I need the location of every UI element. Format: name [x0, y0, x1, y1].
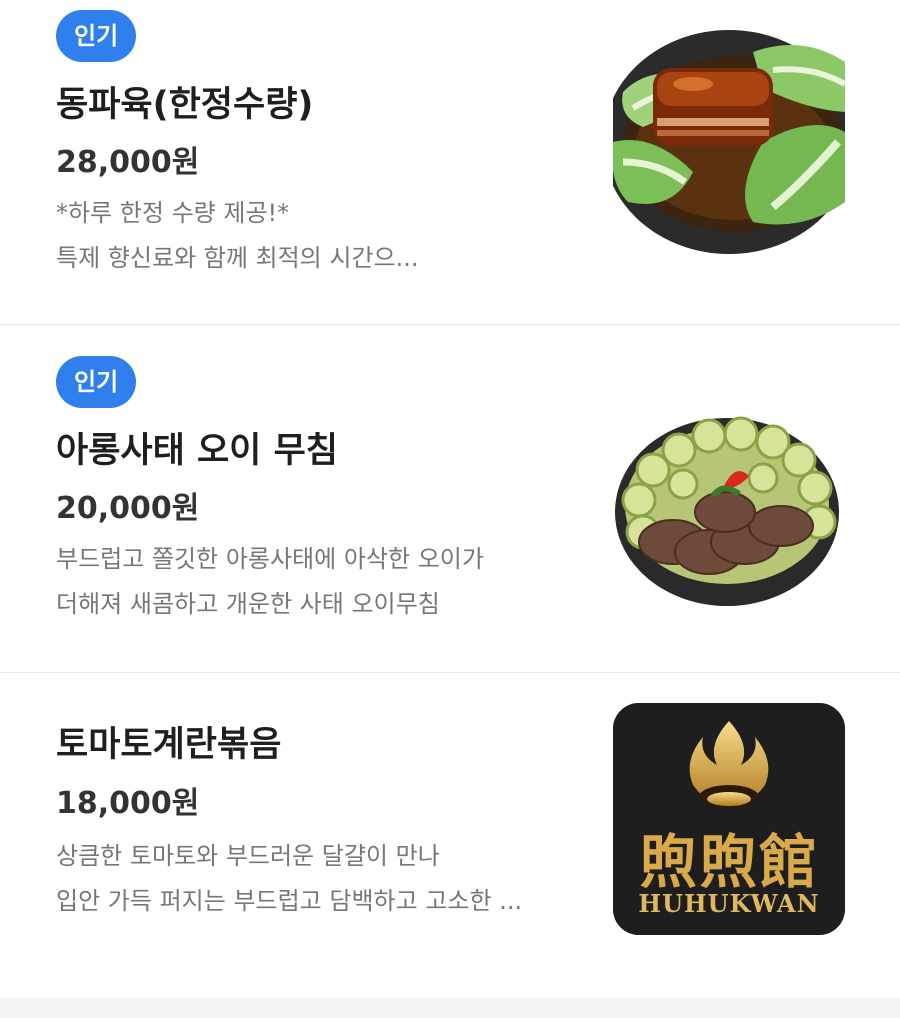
menu-item-price: 18,000원 — [56, 786, 200, 821]
dongpo-pork-photo[interactable] — [613, 22, 845, 254]
description-line: 더해져 새콤하고 개운한 사태 오이무침 — [56, 590, 440, 618]
menu-item-tomato-egg[interactable]: 토마토계란볶음 18,000원 상큼한 토마토와 부드러운 달걀이 만나 입안 … — [0, 673, 900, 997]
menu-item-name: 토마토계란볶음 — [56, 725, 282, 765]
description-line: *하루 한정 수량 제공!* — [56, 199, 290, 227]
menu-item-description: 부드럽고 쫄깃한 아롱사태에 아삭한 오이가 더해져 새콤하고 개운한 사태 오… — [56, 537, 596, 627]
menu-item-name: 동파육(한정수량) — [56, 85, 314, 125]
beef-shank-cucumber-photo[interactable] — [613, 392, 845, 624]
logo-chinese-text: 煦煦館 — [638, 828, 819, 896]
menu-item-dongpo[interactable]: 인기 동파육(한정수량) 28,000원 *하루 한정 수량 제공!* 특제 향… — [0, 0, 900, 325]
description-line: 특제 향신료와 함께 최적의 시간으... — [56, 244, 419, 272]
menu-item-price: 28,000원 — [56, 145, 200, 180]
description-line: 부드럽고 쫄깃한 아롱사태에 아삭한 오이가 — [56, 545, 484, 573]
menu-item-beef-shank[interactable]: 인기 아롱사태 오이 무침 20,000원 부드럽고 쫄깃한 아롱사태에 아삭한… — [0, 325, 900, 673]
restaurant-logo[interactable]: 煦煦館 HUHUKWAN — [613, 703, 845, 935]
menu-list: 인기 동파육(한정수량) 28,000원 *하루 한정 수량 제공!* 특제 향… — [0, 0, 900, 1018]
menu-item-description: 상큼한 토마토와 부드러운 달걀이 만나 입안 가득 퍼지는 부드럽고 담백하고… — [56, 834, 596, 924]
popular-badge: 인기 — [56, 10, 137, 62]
popular-badge: 인기 — [56, 356, 137, 408]
menu-item-name: 아롱사태 오이 무침 — [56, 431, 338, 471]
menu-item-description: *하루 한정 수량 제공!* 특제 향신료와 함께 최적의 시간으... — [56, 191, 596, 281]
menu-item-price: 20,000원 — [56, 491, 200, 526]
description-line: 상큼한 토마토와 부드러운 달걀이 만나 — [56, 842, 440, 870]
description-line: 입안 가득 퍼지는 부드럽고 담백하고 고소한 ... — [56, 887, 523, 915]
bottom-divider — [0, 998, 900, 1018]
logo-english-text: HUHUKWAN — [638, 889, 820, 918]
